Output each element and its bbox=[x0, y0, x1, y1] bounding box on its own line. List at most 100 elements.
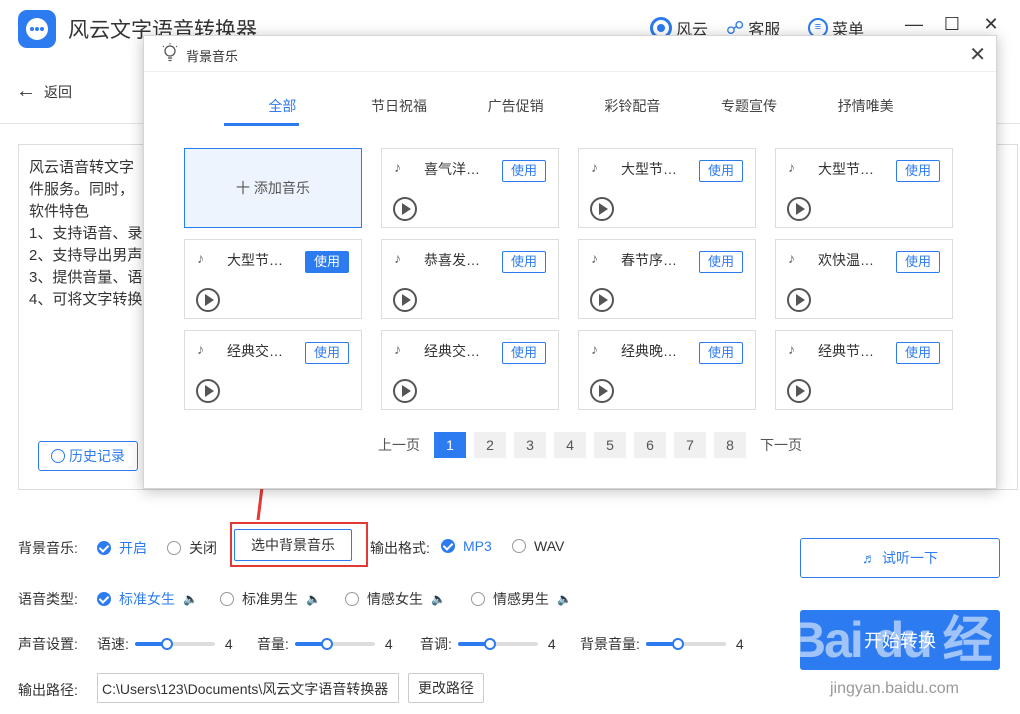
slider-value: 4 bbox=[224, 636, 233, 652]
clock-icon bbox=[51, 449, 65, 463]
format-wav-option[interactable]: WAV bbox=[512, 538, 564, 554]
play-icon[interactable] bbox=[590, 379, 614, 403]
tab-promotion[interactable]: 广告促销 bbox=[457, 92, 574, 126]
music-card: ♪ 经典交… 使用 bbox=[184, 330, 362, 410]
output-path-input[interactable]: C:\Users\123\Documents\风云文字语音转换器 bbox=[97, 673, 399, 703]
voice-option-standard-male[interactable]: 标准男生 🔈 bbox=[220, 589, 321, 609]
use-button[interactable]: 使用 bbox=[699, 342, 743, 364]
music-name: 春节序… bbox=[621, 252, 677, 268]
music-card: ♪ 恭喜发… 使用 bbox=[381, 239, 559, 319]
use-button[interactable]: 使用 bbox=[502, 160, 546, 182]
bg-music-off-option[interactable]: 关闭 bbox=[167, 538, 217, 558]
use-button[interactable]: 使用 bbox=[502, 342, 546, 364]
music-card: ♪ 大型节… 使用 bbox=[578, 148, 756, 228]
tab-festival[interactable]: 节日祝福 bbox=[341, 92, 458, 126]
voice-option-emotional-male[interactable]: 情感男生 🔈 bbox=[471, 589, 572, 609]
use-button[interactable]: 使用 bbox=[502, 251, 546, 273]
voice-label: 情感女生 bbox=[367, 591, 423, 607]
change-path-button[interactable]: 更改路径 bbox=[408, 673, 484, 703]
use-button[interactable]: 使用 bbox=[896, 342, 940, 364]
pagination: 上一页 1 2 3 4 5 6 7 8 下一页 bbox=[372, 432, 808, 458]
music-name: 大型节… bbox=[818, 161, 874, 177]
minimize-button[interactable]: — bbox=[904, 14, 924, 35]
use-button[interactable]: 使用 bbox=[305, 342, 349, 364]
page-button[interactable]: 7 bbox=[674, 432, 706, 458]
page-button[interactable]: 3 bbox=[514, 432, 546, 458]
format-label: 输出格式: bbox=[370, 540, 430, 556]
bg-music-off-label: 关闭 bbox=[189, 540, 217, 556]
use-button[interactable]: 使用 bbox=[896, 160, 940, 182]
slider-value: 4 bbox=[384, 636, 393, 652]
use-button[interactable]: 使用 bbox=[699, 160, 743, 182]
speaker-icon[interactable]: 🔈 bbox=[557, 592, 572, 606]
play-icon[interactable] bbox=[590, 288, 614, 312]
radio-icon bbox=[471, 592, 485, 606]
play-icon[interactable] bbox=[590, 197, 614, 221]
page-button[interactable]: 8 bbox=[714, 432, 746, 458]
voice-option-standard-female[interactable]: 标准女生 🔈 bbox=[97, 589, 198, 609]
listen-button[interactable]: ♬ 试听一下 bbox=[800, 538, 1000, 578]
page-button[interactable]: 6 bbox=[634, 432, 666, 458]
prev-page-button[interactable]: 上一页 bbox=[372, 435, 426, 455]
speaker-icon[interactable]: 🔈 bbox=[183, 592, 198, 606]
tab-lyrical[interactable]: 抒情唯美 bbox=[807, 92, 924, 126]
play-icon[interactable] bbox=[787, 197, 811, 221]
music-name: 经典交… bbox=[227, 343, 283, 359]
back-button[interactable]: ← 返回 bbox=[16, 80, 72, 103]
maximize-button[interactable]: ☐ bbox=[942, 14, 962, 35]
voice-type-label: 语音类型: bbox=[18, 591, 78, 607]
page-button[interactable]: 5 bbox=[594, 432, 626, 458]
music-name: 喜气洋… bbox=[424, 161, 480, 177]
use-button[interactable]: 使用 bbox=[699, 251, 743, 273]
slider-knob[interactable] bbox=[671, 638, 684, 650]
use-button[interactable]: 使用 bbox=[896, 251, 940, 273]
music-note-icon: ♪ bbox=[788, 341, 795, 357]
play-icon[interactable] bbox=[787, 288, 811, 312]
slider-label: 音量: bbox=[257, 636, 289, 652]
page-button[interactable]: 4 bbox=[554, 432, 586, 458]
speed-slider[interactable] bbox=[134, 638, 215, 650]
page-button[interactable]: 2 bbox=[474, 432, 506, 458]
bg-music-on-option[interactable]: 开启 bbox=[97, 538, 147, 558]
play-icon[interactable] bbox=[196, 379, 220, 403]
use-button[interactable]: 使用 bbox=[305, 251, 349, 273]
page-button[interactable]: 1 bbox=[434, 432, 466, 458]
tab-all[interactable]: 全部 bbox=[224, 92, 341, 126]
radio-icon bbox=[512, 539, 526, 553]
bg-volume-slider-group: 背景音量: 4 bbox=[580, 634, 744, 654]
slider-knob[interactable] bbox=[320, 638, 333, 650]
play-icon[interactable] bbox=[787, 379, 811, 403]
speed-slider-group: 语速: 4 bbox=[97, 634, 233, 654]
slider-knob[interactable] bbox=[483, 638, 496, 650]
back-label: 返回 bbox=[44, 83, 72, 100]
speaker-icon[interactable]: 🔈 bbox=[431, 592, 446, 606]
play-icon[interactable] bbox=[393, 288, 417, 312]
editor-text[interactable]: 风云语音转文字 件服务。同时， 软件特色 1、支持语音、录 2、支持导出男声 3… bbox=[29, 157, 142, 311]
close-icon[interactable]: ✕ bbox=[969, 42, 986, 67]
music-card: ♪ 喜气洋… 使用 bbox=[381, 148, 559, 228]
slider-label: 音调: bbox=[420, 636, 452, 652]
volume-slider[interactable] bbox=[294, 638, 375, 650]
pitch-slider-group: 音调: 4 bbox=[420, 634, 556, 654]
pitch-slider[interactable] bbox=[457, 638, 538, 650]
music-card: ♪ 大型节… 使用 bbox=[184, 239, 362, 319]
history-button[interactable]: 历史记录 bbox=[38, 441, 138, 471]
bg-volume-slider[interactable] bbox=[645, 638, 726, 650]
play-icon[interactable] bbox=[393, 379, 417, 403]
format-mp3-option[interactable]: MP3 bbox=[441, 538, 492, 554]
bg-music-dialog: 背景音乐 ✕ 全部 节日祝福 广告促销 彩铃配音 专题宣传 抒情唯美 十 添加音… bbox=[143, 35, 997, 489]
category-tabs: 全部 节日祝福 广告促销 彩铃配音 专题宣传 抒情唯美 bbox=[224, 92, 924, 126]
tab-ringtone[interactable]: 彩铃配音 bbox=[574, 92, 691, 126]
slider-knob[interactable] bbox=[160, 638, 173, 650]
next-page-button[interactable]: 下一页 bbox=[754, 435, 808, 455]
add-music-button[interactable]: 十 添加音乐 bbox=[184, 148, 362, 228]
tab-special[interactable]: 专题宣传 bbox=[691, 92, 808, 126]
play-icon[interactable] bbox=[393, 197, 417, 221]
close-window-button[interactable]: ✕ bbox=[981, 14, 1001, 35]
voice-label: 标准男生 bbox=[242, 591, 298, 607]
speaker-icon[interactable]: 🔈 bbox=[306, 592, 321, 606]
output-path-label: 输出路径: bbox=[18, 682, 78, 698]
dialog-title: 背景音乐 bbox=[186, 49, 239, 64]
play-icon[interactable] bbox=[196, 288, 220, 312]
voice-option-emotional-female[interactable]: 情感女生 🔈 bbox=[345, 589, 446, 609]
